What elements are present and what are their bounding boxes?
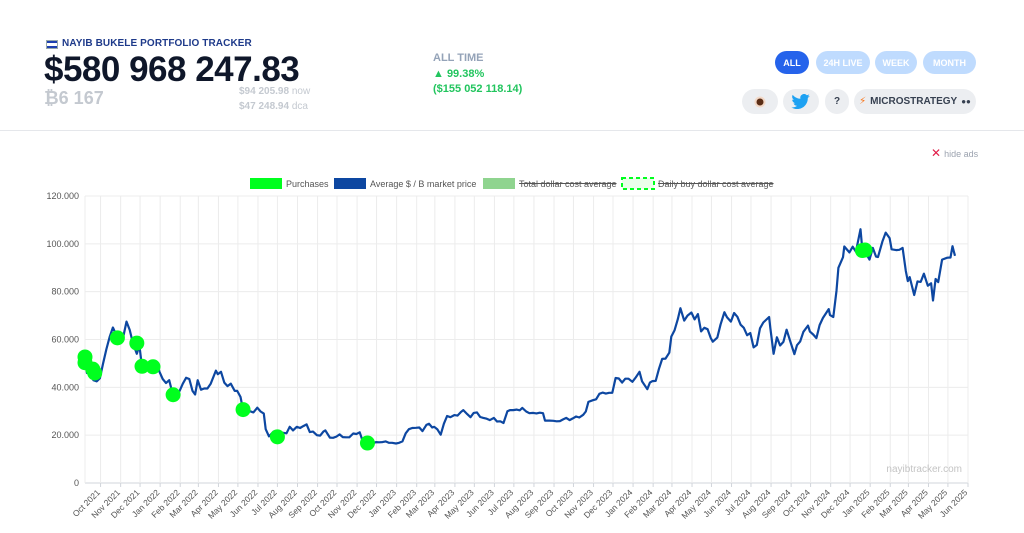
close-icon: ✕: [931, 146, 942, 160]
y-tick-label: 20.000: [51, 430, 79, 440]
legend-swatch: [621, 177, 655, 190]
mug-icon: [754, 96, 766, 107]
purchase-point: [145, 359, 161, 375]
el-salvador-flag-icon: [46, 40, 58, 49]
purchase-point: [129, 335, 145, 351]
microstrategy-label: MICROSTRATEGY: [870, 96, 958, 107]
y-tick-label: 60.000: [51, 335, 79, 345]
mug-icon-button[interactable]: [742, 89, 778, 114]
bolt-icon: ⚡: [859, 96, 867, 107]
legend-swatch: [483, 178, 515, 189]
purchase-point: [87, 365, 103, 381]
legend-label: Purchases: [286, 179, 329, 189]
price-dca-suffix: dca: [291, 101, 308, 112]
purchase-point: [235, 402, 251, 418]
btc-amount: ₿6 167: [44, 88, 104, 108]
eyes-icon: ●●: [961, 97, 971, 106]
tab-24h-live[interactable]: 24H LIVE: [816, 51, 870, 74]
price-chart: 020.00040.00060.00080.000100.000120.000O…: [46, 177, 970, 521]
y-tick-label: 100.000: [46, 239, 79, 249]
price-now-value: $94 205.98: [239, 86, 290, 97]
legend-label: Average $ / B market price: [370, 179, 476, 189]
tab-week[interactable]: WEEK: [875, 51, 917, 74]
hide-ads-label: hide ads: [944, 149, 979, 159]
y-tick-label: 80.000: [51, 287, 79, 297]
price-now-suffix: now: [291, 86, 311, 97]
purchase-point: [857, 242, 873, 258]
microstrategy-button[interactable]: ⚡ MICROSTRATEGY ●●: [854, 89, 976, 114]
price-now: $94 205.98 now: [239, 86, 310, 97]
help-button[interactable]: ?: [825, 89, 849, 114]
y-tick-label: 120.000: [46, 191, 79, 201]
alltime-label: ALL TIME: [433, 52, 484, 64]
tab-month[interactable]: MONTH: [923, 51, 976, 74]
tab-all[interactable]: ALL: [775, 51, 809, 74]
twitter-bird-icon: [791, 93, 810, 109]
watermark: nayibtracker.com: [886, 464, 962, 475]
purchase-point: [109, 330, 125, 346]
y-tick-label: 40.000: [51, 382, 79, 392]
legend-item: Purchases: [250, 178, 329, 189]
purchase-point: [359, 435, 375, 451]
purchase-point: [165, 387, 181, 403]
tracker-title: NAYIB BUKELE PORTFOLIO TRACKER: [62, 38, 252, 49]
header: NAYIB BUKELE PORTFOLIO TRACKER $580 968 …: [0, 0, 1024, 131]
portfolio-value: $580 968 247.83: [44, 50, 300, 89]
price-dca-value: $47 248.94: [239, 101, 290, 112]
alltime-usd: ($155 052 118.14): [433, 83, 523, 95]
legend-item: Average $ / B market price: [334, 178, 476, 189]
hide-ads-link[interactable]: ✕ hide ads: [931, 146, 978, 160]
legend-item: Total dollar cost average: [483, 178, 617, 189]
purchase-point: [269, 429, 285, 445]
price-dca: $47 248.94 dca: [239, 101, 308, 112]
y-tick-label: 0: [74, 478, 79, 488]
legend-item: Daily buy dollar cost average: [621, 177, 774, 190]
legend-swatch: [334, 178, 366, 189]
alltime-percent: ▲ 99.38%: [433, 68, 485, 80]
legend-swatch: [250, 178, 282, 189]
market-price-line: [83, 228, 957, 446]
twitter-button[interactable]: [783, 89, 819, 114]
